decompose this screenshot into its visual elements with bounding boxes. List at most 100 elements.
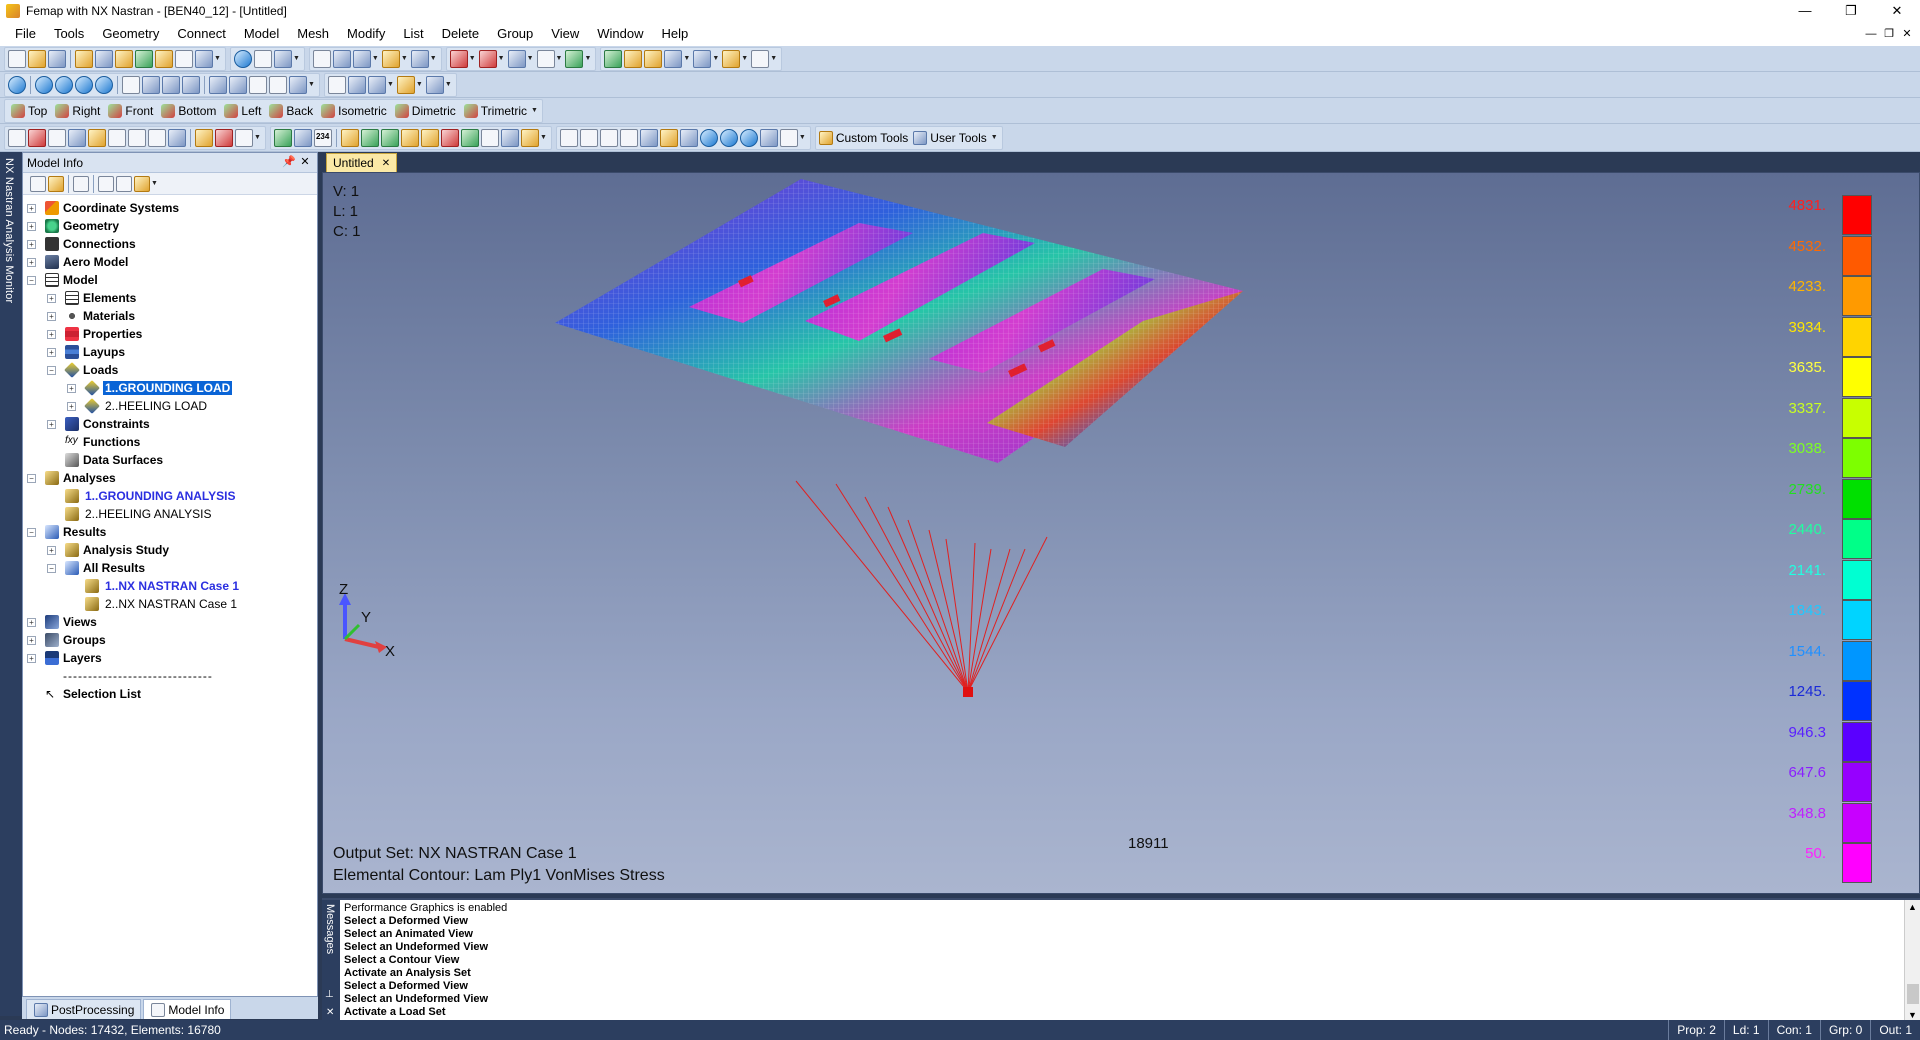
tree-options-icon[interactable] (30, 175, 46, 192)
chevron-down-icon[interactable]: ▼ (770, 55, 777, 62)
window-select-icon[interactable] (722, 49, 741, 68)
tree-edit-icon[interactable] (134, 175, 150, 192)
expand-icon[interactable]: + (47, 545, 56, 555)
menu-geometry[interactable]: Geometry (93, 22, 168, 46)
chevron-down-icon[interactable]: ▼ (214, 55, 221, 62)
expand-icon[interactable]: + (27, 221, 36, 231)
view-layers-icon[interactable] (425, 75, 444, 94)
tree-item-layups[interactable]: + Layups (23, 343, 317, 361)
display-grid-icon[interactable] (48, 128, 66, 147)
post-panel-icon[interactable] (480, 128, 499, 147)
view-dimetric-button[interactable]: Dimetric (391, 100, 460, 122)
tree-item-groups[interactable]: + Groups (23, 631, 317, 649)
chevron-down-icon[interactable]: ▼ (151, 180, 158, 187)
collapse-icon[interactable]: − (27, 527, 36, 537)
collapse-icon[interactable]: − (47, 365, 56, 375)
rotate-y-icon[interactable] (162, 75, 180, 94)
list-icon[interactable] (312, 49, 331, 68)
messages-close-icon[interactable]: ✕ (326, 1007, 334, 1018)
chevron-down-icon[interactable]: ▼ (556, 55, 563, 62)
settings-icon[interactable] (536, 49, 555, 68)
menu-connect[interactable]: Connect (168, 22, 234, 46)
minimize-button[interactable]: — (1782, 0, 1828, 22)
label-node-icon[interactable] (273, 128, 292, 147)
grid-split-icon[interactable] (679, 128, 698, 147)
view-isometric-button[interactable]: Isometric (317, 100, 391, 122)
cancel-icon[interactable] (751, 49, 770, 68)
view-right-button[interactable]: Right (51, 100, 104, 122)
label-element-icon[interactable] (293, 128, 312, 147)
tree-item-results[interactable]: − Results (23, 523, 317, 541)
collapse-icon[interactable]: − (27, 275, 36, 285)
tree-item-views[interactable]: + Views (23, 613, 317, 631)
autoscale-icon[interactable] (269, 75, 287, 94)
grid-icon[interactable] (639, 128, 658, 147)
post-arrow-icon[interactable] (380, 128, 399, 147)
align-steps-icon[interactable] (579, 128, 598, 147)
arrow-left-icon[interactable] (35, 75, 53, 94)
menu-group[interactable]: Group (488, 22, 542, 46)
post-cross-icon[interactable] (460, 128, 479, 147)
tree-item-all-results[interactable]: − All Results (23, 559, 317, 577)
pencil-icon[interactable] (624, 49, 643, 68)
display-edit-icon[interactable] (235, 128, 253, 147)
tree-item-functions[interactable]: fxy Functions (23, 433, 317, 451)
eraser-icon[interactable] (644, 49, 663, 68)
chevron-down-icon[interactable]: ▼ (799, 134, 806, 141)
menu-tools[interactable]: Tools (45, 22, 93, 46)
display-sheet-icon[interactable] (128, 128, 146, 147)
window-icon[interactable] (175, 49, 193, 68)
custom-tools-button[interactable]: Custom Tools (834, 131, 912, 145)
tree-filter-icon[interactable] (73, 175, 89, 192)
magnify-icon[interactable] (289, 75, 307, 94)
tree-collapse-icon[interactable] (116, 175, 132, 192)
tree-item-analysis-study[interactable]: + Analysis Study (23, 541, 317, 559)
tab-untitled[interactable]: Untitled ✕ (326, 153, 398, 172)
tree-item-properties[interactable]: + Properties (23, 325, 317, 343)
tree-folder-icon[interactable] (48, 175, 64, 192)
post-cube-icon[interactable] (520, 128, 539, 147)
expand-icon[interactable]: + (27, 653, 36, 663)
post-deform-icon[interactable] (340, 128, 359, 147)
menu-help[interactable]: Help (652, 22, 697, 46)
filter-icon[interactable] (381, 49, 400, 68)
chevron-down-icon[interactable]: ▼ (372, 55, 379, 62)
tree-item-layers[interactable]: + Layers (23, 649, 317, 667)
mdi-minimize-button[interactable]: — (1862, 22, 1880, 46)
new-file-icon[interactable] (8, 49, 26, 68)
chevron-down-icon[interactable]: ▼ (540, 134, 547, 141)
menu-file[interactable]: File (6, 22, 45, 46)
arrow-down-icon[interactable] (95, 75, 113, 94)
tab-postprocessing[interactable]: PostProcessing (26, 999, 142, 1019)
zoom-window-icon[interactable] (249, 75, 267, 94)
undo-icon[interactable] (449, 49, 468, 68)
view-back-button[interactable]: Back (265, 100, 317, 122)
delete-x-icon[interactable] (565, 49, 584, 68)
display-table-icon[interactable] (108, 128, 126, 147)
view-globe-icon[interactable] (8, 75, 26, 94)
table-icon[interactable] (693, 49, 712, 68)
target-3-icon[interactable] (739, 128, 758, 147)
display-layer-icon[interactable] (168, 128, 186, 147)
display-entities-icon[interactable] (8, 128, 26, 147)
chevron-down-icon[interactable]: ▼ (498, 55, 505, 62)
view-options-icon[interactable] (347, 75, 366, 94)
collapse-icon[interactable]: − (47, 563, 56, 573)
view-list-icon[interactable] (327, 75, 346, 94)
scroll-up-icon[interactable]: ▲ (1908, 902, 1917, 912)
document-icon[interactable] (779, 128, 798, 147)
menu-window[interactable]: Window (588, 22, 652, 46)
close-button[interactable]: ✕ (1874, 0, 1920, 22)
pin-icon[interactable]: 📌 (281, 155, 297, 168)
display-color-icon[interactable] (195, 128, 213, 147)
rotate-z-icon[interactable] (182, 75, 200, 94)
view-filter-icon[interactable] (396, 75, 415, 94)
chevron-down-icon[interactable]: ▼ (741, 55, 748, 62)
menu-mesh[interactable]: Mesh (288, 22, 338, 46)
panel-close-icon[interactable]: ✕ (297, 155, 313, 168)
view-bottom-button[interactable]: Bottom (157, 100, 220, 122)
cube-icon[interactable] (352, 49, 371, 68)
rotate-x-icon[interactable] (142, 75, 160, 94)
print-icon[interactable] (195, 49, 213, 68)
tree-item-output-set-1[interactable]: 1..NX NASTRAN Case 1 (23, 577, 317, 595)
